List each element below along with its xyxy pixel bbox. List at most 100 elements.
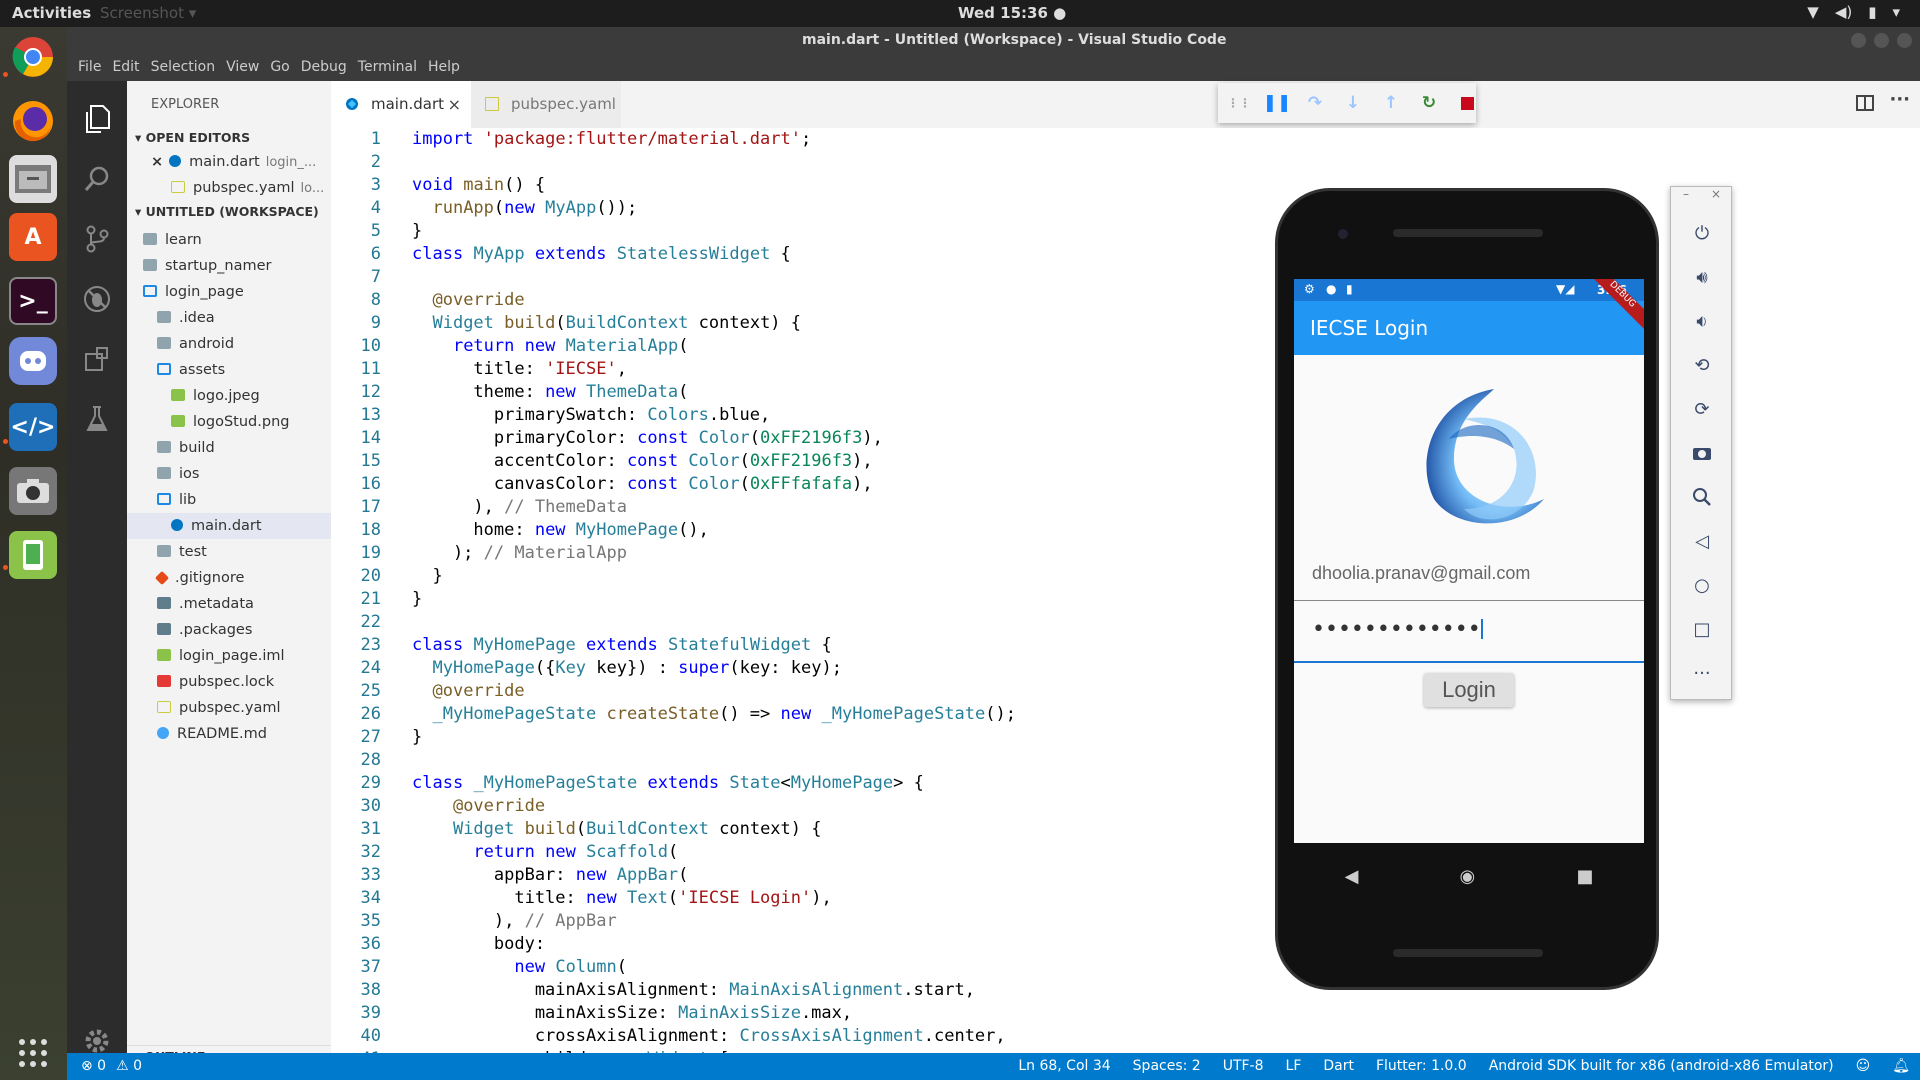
clock[interactable]: Wed 15:36 ●: [958, 4, 1066, 22]
menu-file[interactable]: File: [72, 54, 106, 81]
email-field[interactable]: dhoolia.pranav@gmail.com: [1312, 563, 1530, 584]
menu-go[interactable]: Go: [264, 54, 294, 81]
open-editor-item[interactable]: × main.dart login_...: [127, 149, 331, 175]
more-icon[interactable]: ···: [1688, 659, 1716, 687]
tree-item-ios[interactable]: ios: [127, 461, 331, 487]
tree-item-readme[interactable]: README.md: [127, 721, 331, 747]
pause-icon[interactable]: ❚❚: [1263, 93, 1292, 113]
panel-minimize-icon[interactable]: –: [1683, 187, 1689, 201]
recents-nav-icon[interactable]: ■: [1576, 866, 1593, 887]
step-over-icon[interactable]: ↷: [1306, 93, 1324, 113]
more-actions-icon[interactable]: ···: [1889, 89, 1910, 110]
overview-icon[interactable]: □: [1688, 615, 1716, 643]
zoom-icon[interactable]: [1688, 483, 1716, 511]
menu-terminal[interactable]: Terminal: [352, 54, 422, 81]
tree-item-main-dart[interactable]: main.dart: [127, 513, 331, 539]
step-into-icon[interactable]: ↓: [1344, 93, 1362, 113]
power-icon[interactable]: ⏻: [1688, 219, 1716, 247]
back-icon[interactable]: ◁: [1688, 527, 1716, 555]
tree-item-logo-jpeg[interactable]: logo.jpeg: [127, 383, 331, 409]
tab-pubspec-yaml[interactable]: pubspec.yaml: [471, 81, 621, 128]
back-nav-icon[interactable]: ◀: [1345, 866, 1359, 887]
emulator-screen[interactable]: ⚙ ● ▮ ▼◢ 3:36 IECSE Login DEBUG: [1294, 279, 1644, 843]
drag-handle-icon[interactable]: ⋮⋮: [1227, 94, 1251, 112]
android-emulator-icon[interactable]: [9, 531, 57, 579]
tree-item-pubspec-yaml[interactable]: pubspec.yaml: [127, 695, 331, 721]
login-button[interactable]: Login: [1424, 673, 1514, 707]
tree-item-learn[interactable]: learn: [127, 227, 331, 253]
maximize-button[interactable]: [1874, 33, 1889, 48]
panel-close-icon[interactable]: ×: [1711, 187, 1721, 201]
password-field[interactable]: •••••••••••••: [1312, 617, 1483, 642]
tree-item-test[interactable]: test: [127, 539, 331, 565]
tree-item-pubspec-lock[interactable]: pubspec.lock: [127, 669, 331, 695]
app-menu[interactable]: Screenshot ▾: [100, 4, 196, 22]
menu-edit[interactable]: Edit: [106, 54, 144, 81]
tree-item-assets[interactable]: assets: [127, 357, 331, 383]
screenshot-camera-icon[interactable]: [1688, 439, 1716, 467]
search-icon[interactable]: [77, 159, 117, 199]
software-center-icon[interactable]: A: [9, 213, 57, 261]
home-nav-icon[interactable]: ◉: [1460, 866, 1476, 887]
tree-item-startup-namer[interactable]: startup_namer: [127, 253, 331, 279]
notifications-bell-icon[interactable]: 🔔︎: [1892, 1058, 1910, 1074]
menu-view[interactable]: View: [220, 54, 264, 81]
device-selector[interactable]: Android SDK built for x86 (android-x86 E…: [1489, 1058, 1834, 1074]
tree-item-gitignore[interactable]: .gitignore: [127, 565, 331, 591]
menu-selection[interactable]: Selection: [145, 54, 221, 81]
menu-help[interactable]: Help: [422, 54, 465, 81]
warning-count[interactable]: ⚠ 0: [116, 1058, 142, 1074]
close-window-button[interactable]: [1897, 33, 1912, 48]
flutter-version[interactable]: Flutter: 1.0.0: [1376, 1058, 1467, 1074]
files-icon[interactable]: [9, 155, 57, 203]
terminal-icon[interactable]: >_: [9, 277, 57, 325]
indentation[interactable]: Spaces: 2: [1133, 1058, 1201, 1074]
tree-item-android[interactable]: android: [127, 331, 331, 357]
step-out-icon[interactable]: ↑: [1382, 93, 1400, 113]
system-tray[interactable]: ▼ ◀) ▮ ▾: [1807, 3, 1900, 21]
home-icon[interactable]: ○: [1688, 571, 1716, 599]
volume-down-icon[interactable]: 🔉︎: [1688, 307, 1716, 335]
discord-icon[interactable]: [9, 337, 57, 385]
workspace-header[interactable]: ▾ UNTITLED (WORKSPACE): [127, 201, 331, 223]
tree-item-build[interactable]: build: [127, 435, 331, 461]
tree-item-packages[interactable]: .packages: [127, 617, 331, 643]
stop-icon[interactable]: [1458, 94, 1476, 112]
tree-item-lib[interactable]: lib: [127, 487, 331, 513]
chrome-icon[interactable]: [9, 33, 57, 81]
rotate-left-icon[interactable]: ⟲: [1688, 351, 1716, 379]
split-editor-icon[interactable]: [1856, 95, 1874, 111]
error-count[interactable]: ⊗ 0: [81, 1058, 106, 1074]
close-icon[interactable]: ×: [448, 81, 461, 128]
tree-item-idea[interactable]: .idea: [127, 305, 331, 331]
tree-item-login-page[interactable]: login_page: [127, 279, 331, 305]
open-editors-header[interactable]: ▾ OPEN EDITORS: [127, 127, 331, 149]
cursor-position[interactable]: Ln 68, Col 34: [1018, 1058, 1110, 1074]
minimize-button[interactable]: [1851, 33, 1866, 48]
tree-item-login-page-iml[interactable]: login_page.iml: [127, 643, 331, 669]
vscode-icon[interactable]: </>: [9, 403, 57, 451]
encoding[interactable]: UTF-8: [1223, 1058, 1264, 1074]
volume-up-icon[interactable]: 🔊︎: [1688, 263, 1716, 291]
tab-main-dart[interactable]: main.dart ×: [331, 81, 471, 128]
line-ending[interactable]: LF: [1286, 1058, 1302, 1074]
firefox-icon[interactable]: [9, 97, 57, 145]
explorer-icon[interactable]: [77, 99, 117, 139]
show-applications-icon[interactable]: [9, 1029, 57, 1077]
activities-button[interactable]: Activities: [12, 4, 91, 22]
rotate-right-icon[interactable]: ⟳: [1688, 395, 1716, 423]
menu-debug[interactable]: Debug: [295, 54, 352, 81]
feedback-smiley-icon[interactable]: ☺: [1856, 1058, 1871, 1074]
extensions-icon[interactable]: [77, 339, 117, 379]
close-icon[interactable]: ×: [151, 154, 163, 170]
language-mode[interactable]: Dart: [1323, 1058, 1354, 1074]
flask-icon[interactable]: [77, 399, 117, 439]
tree-item-metadata[interactable]: .metadata: [127, 591, 331, 617]
tree-item-logostud-png[interactable]: logoStud.png: [127, 409, 331, 435]
debug-icon[interactable]: [77, 279, 117, 319]
source-control-icon[interactable]: [77, 219, 117, 259]
camera-icon[interactable]: [9, 467, 57, 515]
restart-icon[interactable]: ↻: [1420, 93, 1438, 113]
window-titlebar[interactable]: main.dart - Untitled (Workspace) - Visua…: [67, 27, 1920, 54]
open-editor-item[interactable]: pubspec.yaml lo...: [127, 175, 331, 201]
